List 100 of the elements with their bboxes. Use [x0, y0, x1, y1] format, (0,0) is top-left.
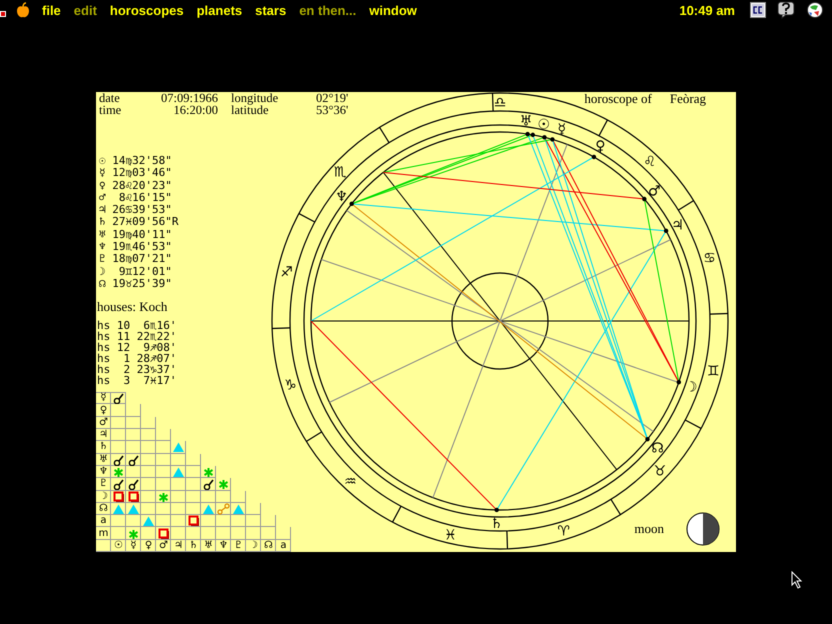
grid-cell: [141, 478, 156, 491]
grid-cell: [171, 502, 186, 516]
apple-icon[interactable]: [16, 2, 30, 18]
grid-cell: [186, 478, 201, 491]
column-label: ☿: [126, 540, 141, 552]
grid-cell: [141, 416, 156, 430]
planet-glyph: ☽: [684, 379, 698, 396]
planet-glyph: ♆: [335, 188, 348, 205]
grid-cell: [231, 490, 246, 503]
column-label: ♄: [186, 540, 201, 552]
globe-icon[interactable]: [806, 1, 824, 19]
house-cusp: hs 12 9♐08': [97, 342, 176, 354]
column-label: ♃: [171, 540, 186, 552]
help-icon[interactable]: [777, 1, 795, 19]
grid-cell: [111, 441, 126, 454]
zodiac-sign-glyph: ♌: [643, 154, 656, 170]
grid-cell: [201, 490, 216, 503]
grid-cell: [201, 527, 216, 540]
zodiac-sign-glyph: ♓: [444, 527, 457, 544]
planet-position: ♄ 27♓09'56"R: [99, 216, 178, 229]
menu-item[interactable]: window: [369, 2, 417, 18]
grid-cell: [171, 515, 186, 528]
moon-phase-label: moon: [634, 521, 664, 537]
planet-glyph: ☉: [537, 116, 550, 133]
grid-cell: [186, 527, 201, 540]
menu-item[interactable]: stars: [255, 2, 286, 18]
menu-item[interactable]: planets: [196, 2, 242, 18]
grid-cell: [111, 404, 126, 417]
planet-position: ☿ 12♍03'46": [99, 167, 173, 180]
field-value: 16:20:00: [172, 104, 218, 116]
row-label: ♃: [96, 429, 111, 442]
zodiac-sign-glyph: ♎: [494, 95, 506, 111]
column-label: ☉: [111, 540, 126, 552]
row-label: m: [96, 527, 111, 540]
grid-cell: [141, 490, 156, 503]
grid-cell: [171, 527, 186, 540]
house-cusp: hs 3 7♓17': [97, 375, 176, 386]
house-cusp: hs 10 6♏16': [97, 320, 176, 332]
control-strip-icon[interactable]: [750, 2, 766, 18]
grid-cell: [141, 429, 156, 442]
grid-cell: [171, 478, 186, 491]
grid-cell: [186, 490, 201, 503]
column-label: ♆: [216, 540, 231, 552]
grid-cell: [216, 515, 231, 528]
planet-position: ♅ 19♍40'11": [99, 228, 173, 242]
zodiac-sign-glyph: ♒: [344, 474, 357, 490]
field-value: 07:09:1966: [160, 92, 218, 104]
clock: 10:49 am: [679, 2, 735, 18]
grid-cell: [111, 515, 126, 528]
column-label: ♅: [201, 540, 216, 552]
column-label: a: [276, 540, 291, 552]
planet-glyph: ♄: [490, 516, 503, 532]
grid-cell: [111, 429, 126, 442]
grid-cell: [141, 502, 156, 516]
grid-cell: [111, 527, 126, 540]
planet-position: ♂ 8♌16'15": [99, 192, 173, 204]
menu-item[interactable]: horoscopes: [110, 2, 184, 18]
row-label: ☿: [96, 392, 111, 404]
grid-cell: [126, 429, 141, 442]
grid-cell: [111, 416, 126, 430]
grid-cell: [156, 515, 171, 528]
planet-position: ♇ 18♍07'21": [99, 253, 173, 266]
grid-cell: [216, 527, 231, 540]
field-value: 53°36': [316, 104, 348, 116]
row-label: ♇: [96, 478, 111, 491]
zodiac-sign-glyph: ♑: [284, 378, 297, 394]
houses-title: houses: Koch: [96, 300, 168, 314]
grid-cell: [246, 515, 261, 528]
column-label: ♀: [141, 540, 156, 552]
planet-glyph: ♀: [595, 138, 606, 155]
grid-cell: [126, 515, 141, 528]
half-moon-icon: [686, 512, 720, 546]
menu-item[interactable]: file: [42, 2, 61, 18]
grid-cell: [141, 527, 156, 540]
grid-cell: [96, 540, 111, 552]
planet-glyph: ♃: [671, 218, 684, 234]
field-value: 02°19': [316, 92, 348, 104]
field-label: latitude: [230, 104, 268, 116]
grid-cell: [156, 478, 171, 491]
grid-cell: [141, 441, 156, 454]
grid-cell: [186, 454, 201, 466]
grid-cell: [156, 466, 171, 478]
grid-cell: [126, 416, 141, 430]
grid-cell: [156, 454, 171, 466]
row-label: ♂: [96, 416, 111, 430]
planet-glyph: ♂: [648, 184, 661, 200]
grid-cell: [216, 490, 231, 503]
grid-cell: [156, 441, 171, 454]
grid-cell: [156, 502, 171, 516]
grid-cell: [156, 429, 171, 442]
grid-cell: [141, 454, 156, 466]
planet-position: ☉ 14♍32'58": [99, 155, 173, 168]
grid-cell: [126, 441, 141, 454]
grid-cell: [261, 527, 276, 540]
house-cusp: hs 2 23♑37': [97, 364, 176, 376]
row-label: ♆: [96, 466, 111, 478]
planet-position: ♀ 28♌20'23": [99, 180, 173, 192]
chart-title: horoscope of: [584, 93, 652, 108]
grid-cell: [231, 515, 246, 528]
planet-position: ♆ 19♏46'53": [99, 241, 173, 254]
